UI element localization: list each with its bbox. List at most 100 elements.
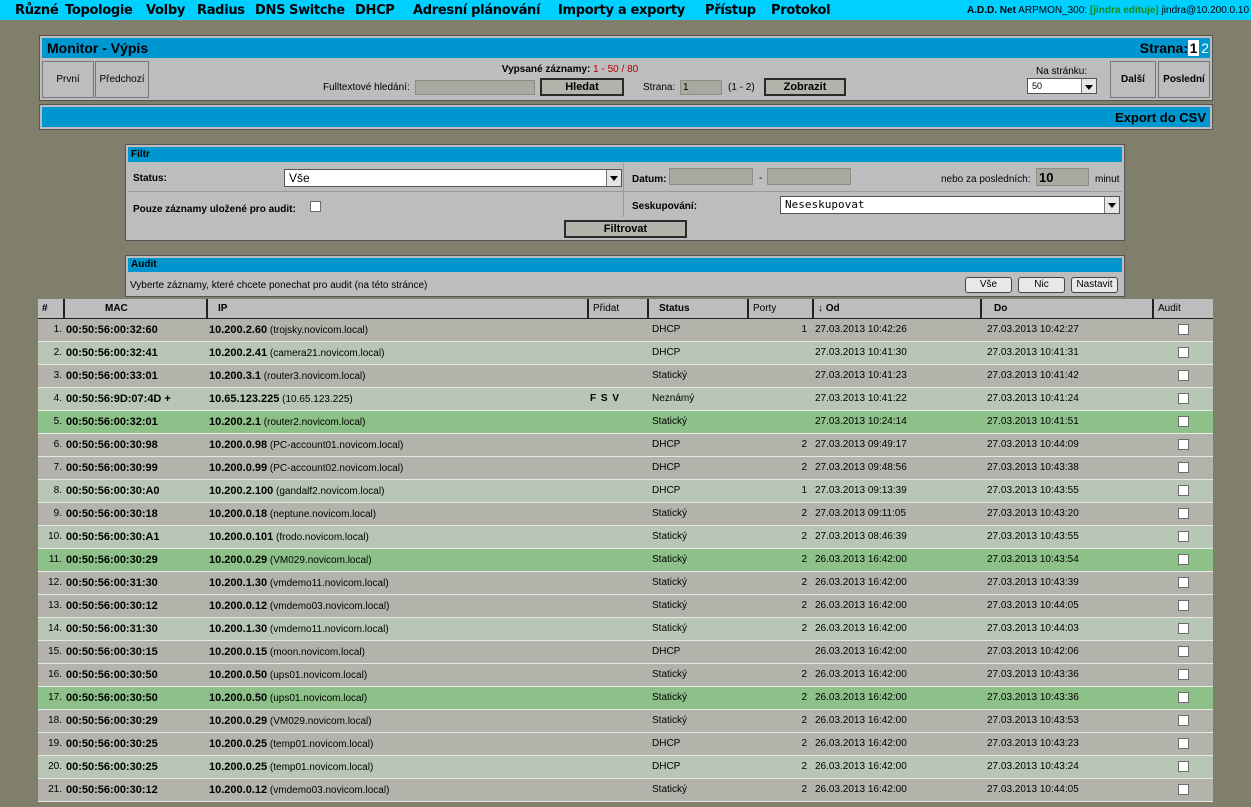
- row-audit-checkbox[interactable]: [1177, 576, 1189, 588]
- page-link-2[interactable]: 2: [1201, 40, 1209, 56]
- row-audit-checkbox[interactable]: [1177, 645, 1189, 657]
- row-audit-checkbox[interactable]: [1177, 668, 1189, 680]
- table-row[interactable]: 18. 00:50:56:00:30:29 10.200.0.29 (VM029.n…: [38, 709, 1213, 733]
- next-page-button[interactable]: Další: [1110, 61, 1156, 98]
- table-row[interactable]: 3. 00:50:56:00:33:01 10.200.3.1 (router3.n…: [38, 364, 1213, 388]
- menu-volby[interactable]: Volby: [146, 3, 185, 18]
- row-pridat[interactable]: [588, 479, 648, 503]
- menu-dhcp[interactable]: DHCP: [355, 3, 395, 18]
- col-od[interactable]: ↓ Od: [813, 299, 982, 319]
- row-audit-checkbox[interactable]: [1177, 484, 1189, 496]
- row-audit-checkbox[interactable]: [1177, 599, 1189, 611]
- row-pridat[interactable]: [588, 410, 648, 434]
- col-status[interactable]: Status: [648, 299, 749, 319]
- table-row[interactable]: 2. 00:50:56:00:32:41 10.200.2.41 (camera21…: [38, 341, 1213, 365]
- row-pridat[interactable]: [588, 571, 648, 595]
- first-page-button[interactable]: První: [42, 61, 94, 98]
- table-row[interactable]: 7. 00:50:56:00:30:99 10.200.0.99 (PC-accou…: [38, 456, 1213, 480]
- table-row[interactable]: 13. 00:50:56:00:30:12 10.200.0.12 (vmdemo0…: [38, 594, 1213, 618]
- menu-importy-exporty[interactable]: Importy a exporty: [558, 3, 685, 18]
- table-row[interactable]: 5. 00:50:56:00:32:01 10.200.2.1 (router2.n…: [38, 410, 1213, 434]
- row-pridat[interactable]: [588, 686, 648, 710]
- menu-switche[interactable]: Switche: [289, 3, 345, 18]
- table-row[interactable]: 8. 00:50:56:00:30:A0 10.200.2.100 (gandalf…: [38, 479, 1213, 503]
- col-do[interactable]: Do: [981, 299, 1154, 319]
- menu-protokol[interactable]: Protokol: [771, 3, 831, 18]
- row-pridat[interactable]: [588, 525, 648, 549]
- row-audit-checkbox[interactable]: [1177, 737, 1189, 749]
- table-row[interactable]: 16. 00:50:56:00:30:50 10.200.0.50 (ups01.n…: [38, 663, 1213, 687]
- row-audit-checkbox[interactable]: [1177, 622, 1189, 634]
- menu-dns[interactable]: DNS: [255, 3, 285, 18]
- row-audit-checkbox[interactable]: [1177, 392, 1189, 404]
- row-pridat[interactable]: [588, 732, 648, 756]
- row-pridat[interactable]: [588, 502, 648, 526]
- row-pridat[interactable]: [588, 617, 648, 641]
- last-page-button[interactable]: Poslední: [1158, 61, 1210, 98]
- table-row[interactable]: 19. 00:50:56:00:30:25 10.200.0.25 (temp01.…: [38, 732, 1213, 756]
- menu-adresni-planovani[interactable]: Adresní plánování: [413, 3, 540, 18]
- row-audit-checkbox[interactable]: [1177, 415, 1189, 427]
- row-pridat[interactable]: [588, 594, 648, 618]
- row-pridat[interactable]: [588, 433, 648, 457]
- row-pridat[interactable]: [588, 341, 648, 365]
- row-pridat[interactable]: [588, 640, 648, 664]
- menu-pristup[interactable]: Přístup: [705, 3, 756, 18]
- row-audit-checkbox[interactable]: [1177, 760, 1189, 772]
- row-audit-checkbox[interactable]: [1177, 714, 1189, 726]
- row-audit-checkbox[interactable]: [1177, 438, 1189, 450]
- row-pridat[interactable]: [588, 318, 648, 342]
- table-row[interactable]: 4. 00:50:56:9D:07:4D +10.65.123.225 (10.6…: [38, 387, 1213, 411]
- audit-select-none-button[interactable]: Nic: [1018, 277, 1065, 293]
- menu-ruzne[interactable]: Různé: [15, 3, 59, 18]
- col-porty[interactable]: Porty: [748, 299, 814, 319]
- group-select[interactable]: Neseskupovat: [780, 196, 1120, 214]
- row-audit-checkbox[interactable]: [1177, 323, 1189, 335]
- table-row[interactable]: 6. 00:50:56:00:30:98 10.200.0.98 (PC-accou…: [38, 433, 1213, 457]
- col-mac[interactable]: MAC: [64, 299, 208, 319]
- row-pridat[interactable]: [588, 456, 648, 480]
- status-select[interactable]: Vše: [284, 169, 622, 187]
- menu-topologie[interactable]: Topologie: [65, 3, 133, 18]
- col-ip[interactable]: IP: [207, 299, 589, 319]
- per-page-select[interactable]: 50: [1027, 78, 1097, 94]
- row-pridat[interactable]: [588, 755, 648, 779]
- audit-select-all-button[interactable]: Vše: [965, 277, 1012, 293]
- row-audit-checkbox[interactable]: [1177, 461, 1189, 473]
- table-row[interactable]: 1. 00:50:56:00:32:60 10.200.2.60 (trojsky.…: [38, 318, 1213, 342]
- table-row[interactable]: 17. 00:50:56:00:30:50 10.200.0.50 (ups01.n…: [38, 686, 1213, 710]
- row-audit-checkbox[interactable]: [1177, 346, 1189, 358]
- table-row[interactable]: 14. 00:50:56:00:31:30 10.200.1.30 (vmdemo1…: [38, 617, 1213, 641]
- row-pridat[interactable]: [588, 663, 648, 687]
- row-pridat[interactable]: [588, 548, 648, 572]
- audit-set-button[interactable]: Nastavit: [1071, 277, 1118, 293]
- page-link-1[interactable]: 1: [1188, 40, 1199, 56]
- date-to-input[interactable]: [767, 168, 851, 185]
- row-pridat[interactable]: F S V: [588, 387, 648, 411]
- row-pridat[interactable]: [588, 778, 648, 802]
- row-pridat[interactable]: [588, 364, 648, 388]
- row-audit-checkbox[interactable]: [1177, 530, 1189, 542]
- export-csv-link[interactable]: Export do CSV: [1115, 110, 1206, 125]
- prev-page-button[interactable]: Předchozí: [95, 61, 149, 98]
- page-input[interactable]: [680, 80, 722, 95]
- table-row[interactable]: 9. 00:50:56:00:30:18 10.200.0.18 (neptune.…: [38, 502, 1213, 526]
- table-row[interactable]: 12. 00:50:56:00:31:30 10.200.1.30 (vmdemo1…: [38, 571, 1213, 595]
- row-audit-checkbox[interactable]: [1177, 691, 1189, 703]
- filter-button[interactable]: Filtrovat: [564, 220, 687, 238]
- table-row[interactable]: 20. 00:50:56:00:30:25 10.200.0.25 (temp01.…: [38, 755, 1213, 779]
- table-row[interactable]: 21. 00:50:56:00:30:12 10.200.0.12 (vmdemo0…: [38, 778, 1213, 802]
- table-row[interactable]: 15. 00:50:56:00:30:15 10.200.0.15 (moon.no…: [38, 640, 1213, 664]
- search-button[interactable]: Hledat: [540, 78, 624, 96]
- date-from-input[interactable]: [669, 168, 753, 185]
- row-audit-checkbox[interactable]: [1177, 783, 1189, 795]
- fulltext-input[interactable]: [415, 80, 535, 95]
- show-button[interactable]: Zobrazit: [764, 78, 846, 96]
- table-row[interactable]: 10. 00:50:56:00:30:A1 10.200.0.101 (frodo.…: [38, 525, 1213, 549]
- audit-only-checkbox[interactable]: [310, 201, 321, 212]
- row-audit-checkbox[interactable]: [1177, 553, 1189, 565]
- table-row[interactable]: 11. 00:50:56:00:30:29 10.200.0.29 (VM029.n…: [38, 548, 1213, 572]
- row-pridat[interactable]: [588, 709, 648, 733]
- menu-radius[interactable]: Radius: [197, 3, 245, 18]
- row-audit-checkbox[interactable]: [1177, 369, 1189, 381]
